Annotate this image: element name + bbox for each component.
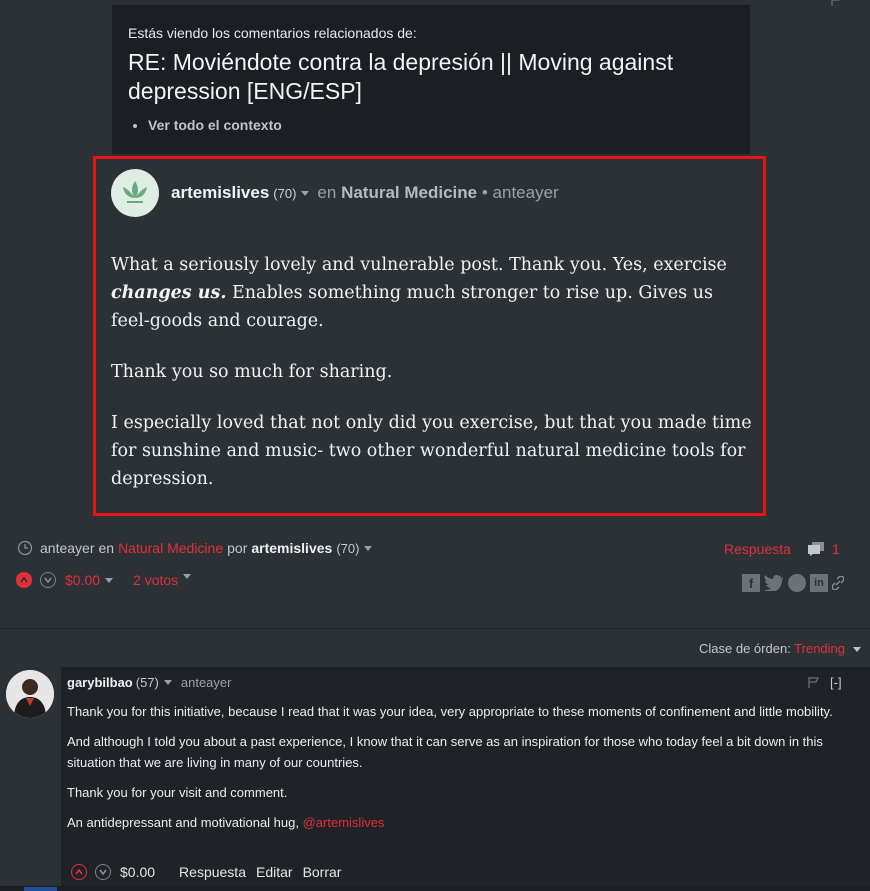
author-menu-caret-icon[interactable] [301, 190, 310, 196]
sort-control[interactable]: Clase de órden: Trending [699, 641, 861, 656]
reply-time: anteayer [180, 675, 232, 690]
comment-author[interactable]: artemislives [171, 183, 269, 203]
footer-author-reputation: (70) [336, 540, 360, 556]
footer-author-caret-icon[interactable] [364, 545, 373, 551]
sort-value[interactable]: Trending [794, 641, 845, 656]
reply-actions: $0.00 Respuesta Editar Borrar [71, 864, 351, 880]
reply-paragraph: Thank you for your visit and comment. [67, 785, 288, 800]
context-lead: Estás viendo los comentarios relacionado… [128, 25, 417, 41]
reply-downvote-icon[interactable] [95, 864, 111, 880]
link-icon[interactable] [832, 576, 844, 590]
vote-row: $0.00 2 votos [16, 572, 192, 588]
sort-label: Clase de órden: [699, 641, 791, 656]
reddit-icon[interactable] [788, 574, 806, 592]
view-full-context-link[interactable]: Ver todo el contexto [148, 117, 734, 133]
reply-header: garybilbao (57) anteayer [67, 675, 231, 690]
reply-delete-button[interactable]: Borrar [303, 864, 342, 880]
comment-header: artemislives (70) en Natural Medicine • … [111, 169, 559, 217]
sort-caret-icon[interactable] [852, 647, 861, 653]
highlighted-comment: artemislives (70) en Natural Medicine • … [93, 156, 766, 516]
comments-icon[interactable] [808, 542, 824, 556]
footer-community-link[interactable]: Natural Medicine [118, 540, 223, 556]
reply-author-caret-icon[interactable] [163, 680, 172, 685]
comment-meta: en Natural Medicine • anteayer [317, 183, 558, 203]
bottom-strip [0, 886, 870, 891]
reply-body: Thank you for this initiative, because I… [67, 701, 857, 842]
reply-edit-button[interactable]: Editar [256, 864, 293, 880]
user-photo-icon [6, 670, 54, 718]
context-banner: Estás viendo los comentarios relacionado… [112, 5, 750, 154]
flag-icon[interactable] [831, 0, 843, 6]
footer-time: anteayer [40, 540, 95, 556]
comment-count[interactable]: 1 [832, 541, 840, 557]
comment-paragraph: What a seriously lovely and vulnerable p… [111, 251, 756, 335]
linkedin-icon[interactable]: in [810, 574, 828, 592]
context-post-title[interactable]: RE: Moviéndote contra la depresión || Mo… [128, 48, 734, 106]
clock-icon [17, 540, 33, 556]
section-divider [0, 628, 870, 629]
emphasis-text: changes us. [111, 283, 227, 303]
reply-paragraph: Thank you for this initiative, because I… [67, 704, 833, 719]
collapse-button[interactable]: [-] [830, 675, 842, 690]
footer-by-label: por [227, 540, 248, 556]
flag-icon[interactable] [808, 677, 820, 688]
reply-comment: garybilbao (57) anteayer [-] Thank you f… [61, 667, 870, 891]
in-label: en [317, 183, 337, 202]
reply-paragraph: And although I told you about a past exp… [67, 734, 823, 770]
comment-text: What a seriously lovely and vulnerable p… [111, 255, 727, 275]
bottom-accent [24, 887, 57, 891]
post-footer-meta: anteayer en Natural Medicine por artemis… [17, 540, 373, 556]
footer-author-link[interactable]: artemislives [251, 540, 332, 556]
reply-author-reputation: (57) [135, 675, 159, 690]
reply-upvote-icon[interactable] [71, 864, 87, 880]
votes-caret-icon[interactable] [183, 573, 192, 579]
reply-text: An antidepressant and motivational hug, [67, 815, 303, 830]
twitter-icon[interactable] [764, 575, 784, 591]
payout-value[interactable]: $0.00 [65, 572, 100, 588]
comment-paragraph: Thank you so much for sharing. [111, 362, 393, 382]
upvote-icon[interactable] [16, 572, 32, 588]
reply-paragraph: An antidepressant and motivational hug, … [67, 812, 857, 833]
downvote-icon[interactable] [40, 572, 56, 588]
comment-paragraph: I especially loved that not only did you… [111, 413, 752, 489]
avatar[interactable] [111, 169, 159, 217]
comment-time: anteayer [492, 183, 559, 202]
reply-payout[interactable]: $0.00 [120, 864, 155, 880]
payout-caret-icon[interactable] [105, 577, 114, 583]
share-icons: f in [742, 574, 844, 592]
author-reputation: (70) [273, 185, 297, 201]
community-link[interactable]: Natural Medicine [341, 183, 477, 202]
mention-link[interactable]: @artemislives [303, 815, 385, 830]
reply-avatar[interactable] [6, 670, 54, 718]
lotus-logo-icon [123, 181, 147, 203]
reply-author[interactable]: garybilbao [67, 675, 133, 690]
meta-separator: • [481, 183, 488, 202]
votes-count[interactable]: 2 votos [133, 572, 178, 588]
reply-respond-button[interactable]: Respuesta [179, 864, 246, 880]
footer-in-label: en [98, 540, 115, 556]
facebook-icon[interactable]: f [742, 574, 760, 592]
comment-body: What a seriously lovely and vulnerable p… [111, 251, 756, 516]
reply-button[interactable]: Respuesta [724, 541, 791, 557]
